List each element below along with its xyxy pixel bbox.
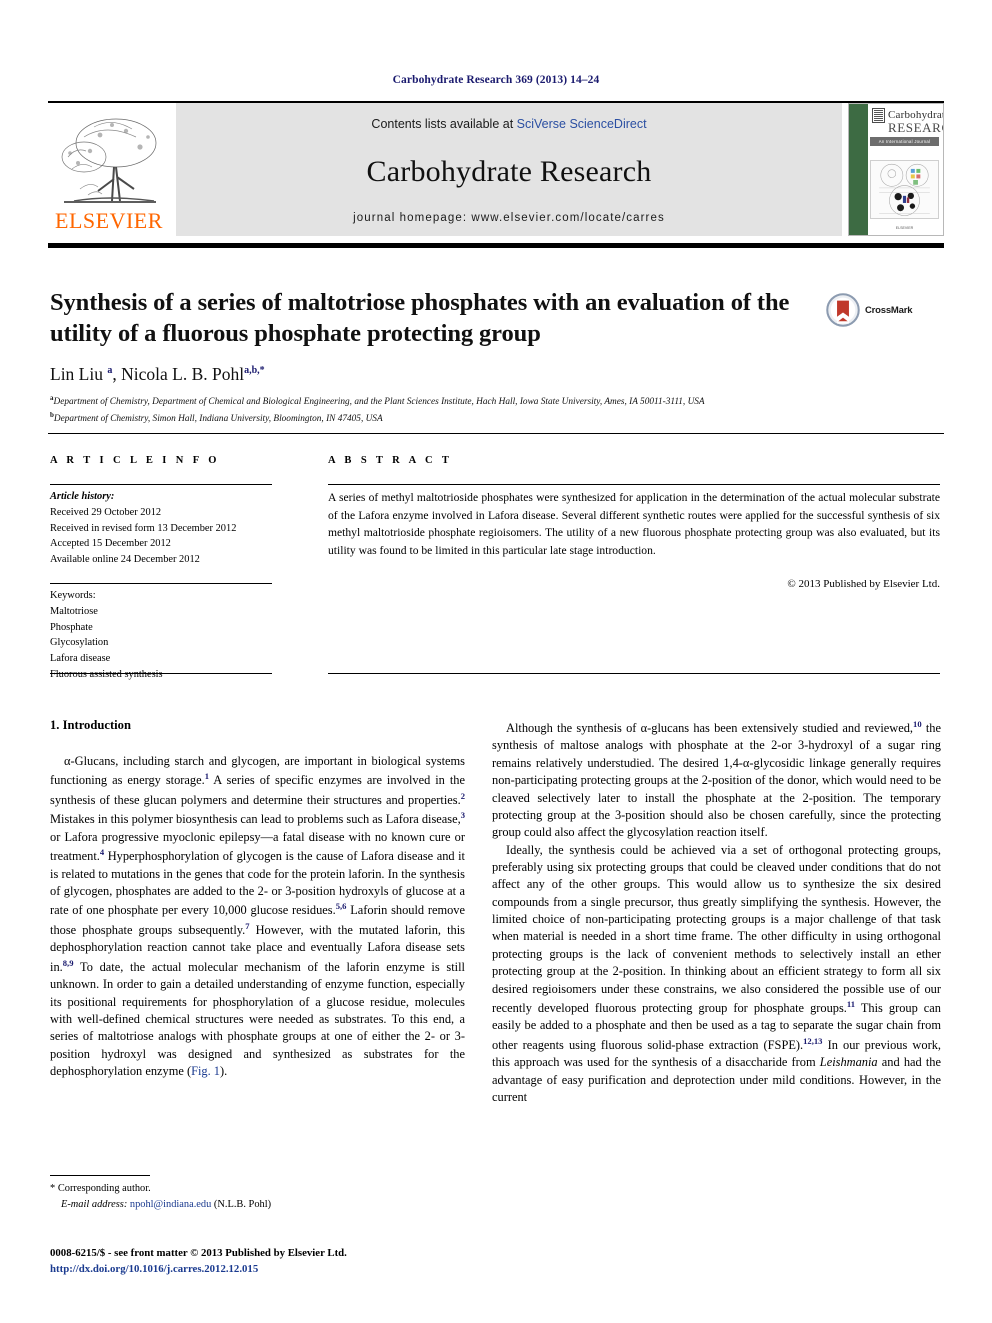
abstract-text: A series of methyl maltotrioside phospha…: [328, 491, 940, 557]
keyword-item: Glycosylation: [50, 637, 109, 649]
keyword-item: Fluorous assisted synthesis: [50, 669, 163, 681]
copyright-line: © 2013 Published by Elsevier Ltd.: [787, 578, 940, 590]
cover-artwork: [870, 160, 939, 219]
affiliation-a: aDepartment of Chemistry, Department of …: [50, 394, 705, 408]
affiliation-b-text: Department of Chemistry, Simon Hall, Ind…: [53, 413, 383, 424]
journal-homepage[interactable]: journal homepage: www.elsevier.com/locat…: [353, 212, 665, 224]
sciencedirect-link[interactable]: SciVerse ScienceDirect: [517, 117, 647, 131]
issn-frontmatter-line: 0008-6215/$ - see front matter © 2013 Pu…: [50, 1247, 347, 1259]
running-head: Carbohydrate Research 369 (2013) 14–24: [392, 74, 600, 86]
article-info-rule-mid: [50, 583, 272, 584]
corresponding-marker: *: [50, 1183, 56, 1194]
cover-strapline-text: An International Journal: [878, 138, 931, 144]
article-info-heading: A R T I C L E I N F O: [50, 455, 220, 466]
email-address-link[interactable]: npohl@indiana.edu: [130, 1199, 211, 1210]
keyword-item: Lafora disease: [50, 653, 111, 665]
keyword-item: Phosphate: [50, 621, 93, 633]
history-revised: Received in revised form 13 December 201…: [50, 522, 237, 534]
footnote-block: * Corresponding author. E-mail address: …: [50, 1181, 470, 1213]
abstract-rule-bottom: [328, 673, 940, 674]
doi-link[interactable]: http://dx.doi.org/10.1016/j.carres.2012.…: [50, 1262, 550, 1278]
history-online: Available online 24 December 2012: [50, 554, 200, 566]
journal-banner: Contents lists available at SciVerse Sci…: [176, 103, 842, 236]
cover-green-band: [849, 104, 868, 235]
cover-content: Carbohydrate RESEARCH An International J…: [870, 108, 943, 231]
email-owner: (N.L.B. Pohl): [213, 1199, 272, 1211]
footnote-rule: [50, 1175, 150, 1176]
page-title: Synthesis of a series of maltotriose pho…: [50, 289, 790, 347]
affiliation-b: bDepartment of Chemistry, Simon Hall, In…: [50, 410, 383, 424]
body-column-left: α-Glucans, including starch and glycogen…: [50, 754, 465, 1078]
history-accepted: Accepted 15 December 2012: [50, 538, 171, 550]
keyword-item: Maltotriose: [50, 605, 98, 617]
section-heading-introduction: 1. Introduction: [50, 718, 131, 732]
contents-line: Contents lists available at SciVerse Sci…: [371, 117, 646, 131]
corresponding-label: Corresponding author.: [57, 1183, 151, 1194]
email-line: E-mail address: npohl@indiana.edu (N.L.B…: [50, 1197, 470, 1213]
keywords-label: Keywords:: [50, 590, 96, 601]
abstract-heading: A B S T R A C T: [328, 455, 453, 466]
info-abstract-top-rule: [48, 433, 944, 434]
crossmark-badge[interactable]: CrossMark: [826, 289, 938, 331]
history-received: Received 29 October 2012: [50, 506, 162, 518]
abstract-rule-top: [328, 484, 940, 485]
body-column-right: Although the synthesis of α-glucans has …: [492, 719, 941, 1104]
publisher-footer: 0008-6215/$ - see front matter © 2013 Pu…: [50, 1246, 550, 1278]
elsevier-logo: ELSEVIER: [48, 103, 170, 236]
journal-cover-thumbnail[interactable]: Carbohydrate RESEARCH An International J…: [848, 103, 944, 236]
email-label: E-mail address:: [61, 1199, 128, 1211]
cover-cell-diagram-icon: [879, 163, 930, 216]
elsevier-tree-icon: [61, 118, 157, 203]
journal-masthead: ELSEVIER Contents lists available at Sci…: [48, 101, 944, 236]
crossmark-icon: [826, 293, 860, 327]
article-info-rule-top: [50, 484, 272, 485]
cover-strapline: An International Journal: [870, 136, 939, 146]
contents-prefix: Contents lists available at: [371, 117, 517, 131]
affiliation-a-text: Department of Chemistry, Department of C…: [53, 397, 705, 408]
article-history-label: Article history:: [50, 491, 115, 502]
elsevier-wordmark: ELSEVIER: [55, 208, 163, 233]
cover-title-line2: RESEARCH: [888, 120, 943, 135]
masthead-bottom-rule: [48, 243, 944, 248]
journal-title: Carbohydrate Research: [366, 154, 652, 188]
cover-elsevier-mark-icon: [872, 108, 885, 123]
article-history-block: Article history: Received 29 October 201…: [50, 489, 285, 568]
crossmark-label: CrossMark: [865, 304, 913, 316]
corresponding-author-line: * Corresponding author.: [50, 1181, 470, 1197]
author-list: Lin Liu a, Nicola L. B. Pohla,b,*: [50, 364, 265, 384]
keywords-block: Keywords: Maltotriose Phosphate Glycosyl…: [50, 588, 285, 683]
cover-footer-text: ELSEVIER: [895, 225, 914, 230]
article-page: Carbohydrate Research 369 (2013) 14–24 E…: [0, 0, 992, 1323]
affiliation-list: aDepartment of Chemistry, Department of …: [50, 393, 930, 426]
